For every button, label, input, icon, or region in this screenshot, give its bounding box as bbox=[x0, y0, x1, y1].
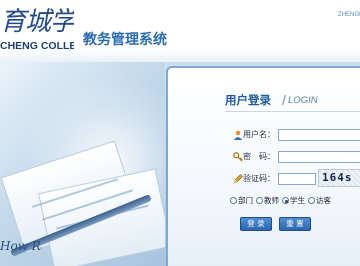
login-divider bbox=[225, 111, 360, 112]
pencil-icon bbox=[233, 174, 243, 184]
username-row: 用户名： bbox=[231, 128, 279, 142]
username-input[interactable] bbox=[278, 129, 360, 141]
password-label: 密 码： bbox=[243, 152, 275, 161]
radio-selected-icon[interactable] bbox=[282, 197, 289, 204]
password-input[interactable] bbox=[278, 151, 360, 163]
role-selector: 部门 教师 学生 访客 bbox=[230, 195, 360, 207]
captcha-label: 验证码： bbox=[243, 174, 275, 183]
login-title: 用户登录 bbox=[225, 93, 271, 107]
role-label: 教师 bbox=[264, 196, 279, 205]
page-header: 育城学院 CHENG COLLEGE 教务管理系统 ZHENGF bbox=[0, 0, 360, 62]
username-label: 用户名： bbox=[243, 130, 275, 139]
college-logo: 育城学院 bbox=[0, 7, 74, 37]
login-subtitle: LOGIN bbox=[288, 95, 318, 106]
role-option-department[interactable]: 部门 bbox=[230, 195, 253, 207]
banner-paper-text: How Rate bbox=[0, 239, 42, 253]
captcha-row: 验证码： bbox=[231, 172, 279, 186]
password-row: 密 码： bbox=[231, 150, 279, 164]
system-title: 教务管理系统 bbox=[83, 32, 167, 48]
header-top-right-text: ZHENGF bbox=[338, 12, 360, 18]
role-option-teacher[interactable]: 教师 bbox=[256, 195, 279, 207]
user-icon bbox=[233, 130, 243, 140]
login-button[interactable]: 登 录 bbox=[240, 217, 272, 231]
college-logo-subtitle: CHENG COLLEGE bbox=[0, 40, 74, 52]
login-panel: 用户登录 / LOGIN 用户名： 密 码： 验证码： 164s 部门 教师 学… bbox=[166, 66, 360, 266]
key-icon bbox=[233, 152, 243, 162]
role-label: 访客 bbox=[316, 196, 331, 205]
captcha-input[interactable] bbox=[278, 173, 316, 185]
decorative-banner: How Rate bbox=[0, 62, 165, 266]
role-option-visitor[interactable]: 访客 bbox=[308, 195, 331, 207]
captcha-image[interactable]: 164s bbox=[318, 169, 360, 187]
role-label: 学生 bbox=[290, 196, 305, 205]
radio-icon[interactable] bbox=[256, 197, 263, 204]
reset-button[interactable]: 重 置 bbox=[279, 217, 311, 231]
radio-icon[interactable] bbox=[308, 197, 315, 204]
role-label: 部门 bbox=[238, 196, 253, 205]
radio-icon[interactable] bbox=[230, 197, 237, 204]
role-option-student[interactable]: 学生 bbox=[282, 195, 305, 207]
